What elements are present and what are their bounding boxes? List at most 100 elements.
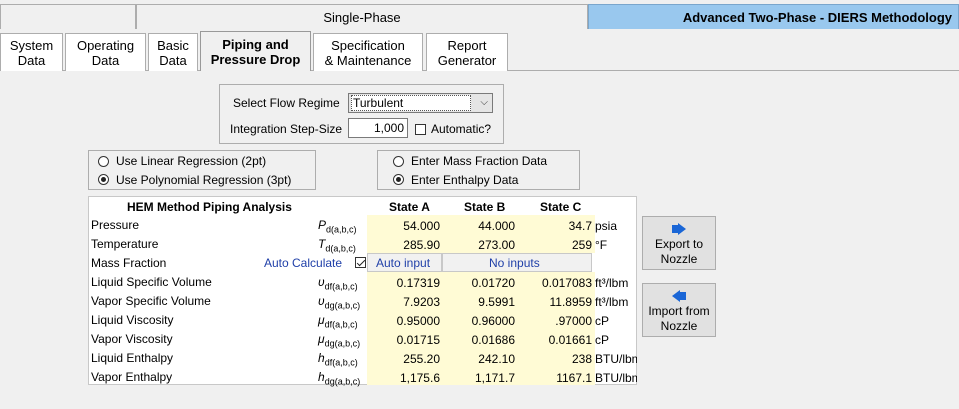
symbol-temperature: Td(a,b,c) [318, 237, 356, 253]
button-label: Export to [654, 237, 704, 251]
liq-enth-state-b[interactable]: 242.10 [442, 352, 515, 366]
symbol-vapor-viscosity: μdg(a,b,c) [318, 332, 360, 348]
tab-label: Basic [157, 37, 189, 53]
tab-label: Data [17, 52, 46, 68]
temperature-state-b[interactable]: 273.00 [442, 238, 515, 252]
phase-tab-single-phase[interactable]: Single-Phase [136, 4, 588, 29]
liq-enth-state-a[interactable]: 255.20 [367, 352, 440, 366]
vap-spec-vol-state-a[interactable]: 7.9203 [367, 295, 440, 309]
enthalpy-radio[interactable] [393, 174, 404, 185]
tab-basic-data[interactable]: Basic Data [148, 33, 198, 71]
vap-visc-state-c[interactable]: 0.01661 [517, 333, 592, 347]
chevron-down-icon: ⌵ [480, 97, 488, 108]
vap-enth-state-a[interactable]: 1,175.6 [367, 371, 440, 385]
col-header-state-c: State C [540, 200, 582, 214]
auto-calculate-checkbox[interactable] [355, 257, 366, 268]
row-label-liquid-enthalpy: Liquid Enthalpy [91, 351, 174, 365]
symbol-sub: dg(a,b,c) [324, 338, 361, 349]
pressure-state-a[interactable]: 54.000 [367, 219, 440, 233]
col-header-state-a: State A [389, 200, 430, 214]
vap-enth-state-b[interactable]: 1,171.7 [442, 371, 515, 385]
polynomial-regression-radio[interactable] [98, 174, 109, 185]
temperature-unit: °F [595, 238, 608, 252]
tab-system-data[interactable]: System Data [0, 33, 63, 71]
symbol-sub: df(a,b,c) [324, 357, 358, 368]
linear-regression-label: Use Linear Regression (2pt) [116, 154, 267, 168]
tab-label: Piping and [222, 36, 289, 52]
step-size-input[interactable]: 1,000 [348, 118, 408, 138]
tab-specification-maintenance[interactable]: Specification & Maintenance [313, 33, 423, 71]
tab-operating-data[interactable]: Operating Data [65, 33, 146, 71]
automatic-checkbox[interactable] [415, 124, 426, 135]
liq-visc-unit: cP [595, 314, 610, 328]
phase-tab-label: Advanced Two-Phase - DIERS Methodology [682, 9, 952, 25]
liq-spec-vol-state-a[interactable]: 0.17319 [367, 276, 440, 290]
tab-label: Generator [437, 52, 497, 68]
symbol-pressure: Pd(a,b,c) [318, 218, 357, 234]
liq-visc-state-b[interactable]: 0.96000 [442, 314, 515, 328]
phase-tab-label: Single-Phase [323, 9, 401, 25]
symbol-sub: d(a,b,c) [325, 243, 356, 254]
liq-visc-state-c[interactable]: .97000 [517, 314, 592, 328]
symbol-char: P [318, 218, 327, 232]
vap-visc-state-b[interactable]: 0.01686 [442, 333, 515, 347]
vap-enth-unit: BTU/lbm [595, 371, 637, 385]
symbol-liquid-enthalpy: hdf(a,b,c) [318, 351, 358, 367]
hem-analysis-table: HEM Method Piping Analysis State A State… [88, 196, 637, 386]
flow-regime-select[interactable]: Turbulent ⌵ [348, 93, 493, 113]
linear-regression-radio[interactable] [98, 156, 109, 167]
export-to-nozzle-button[interactable]: Export to Nozzle [642, 216, 716, 270]
row-label-vapor-specific-volume: Vapor Specific Volume [91, 294, 211, 308]
row-label-liquid-specific-volume: Liquid Specific Volume [91, 275, 212, 289]
symbol-char: μ [318, 332, 325, 346]
auto-input-text: Auto input [376, 256, 431, 270]
tab-label: Data [159, 52, 187, 68]
symbol-vapor-enthalpy: hdg(a,b,c) [318, 370, 360, 386]
temperature-state-c[interactable]: 259 [517, 238, 592, 252]
button-label: Nozzle [660, 319, 698, 333]
col-header-state-b: State B [464, 200, 506, 214]
button-label: Import from [648, 304, 710, 318]
temperature-state-a[interactable]: 285.90 [367, 238, 440, 252]
symbol-liquid-specific-volume: υdf(a,b,c) [318, 275, 358, 291]
polynomial-regression-label: Use Polynomial Regression (3pt) [116, 173, 292, 187]
row-label-liquid-viscosity: Liquid Viscosity [91, 313, 174, 327]
tab-report-generator[interactable]: Report Generator [426, 33, 508, 71]
flow-regime-value: Turbulent [351, 95, 471, 111]
symbol-sub: df(a,b,c) [324, 281, 358, 292]
liq-spec-vol-unit: ft³/lbm [595, 276, 629, 290]
vap-visc-state-a[interactable]: 0.01715 [367, 333, 440, 347]
symbol-char: h [318, 370, 325, 384]
flow-regime-label: Select Flow Regime [233, 96, 340, 110]
tab-label: Operating [76, 37, 135, 53]
automatic-label: Automatic? [431, 122, 492, 136]
vap-enth-state-c[interactable]: 1167.1 [517, 371, 592, 385]
liq-spec-vol-state-b[interactable]: 0.01720 [442, 276, 515, 290]
vap-spec-vol-state-c[interactable]: 11.8959 [517, 295, 593, 309]
import-from-nozzle-button[interactable]: Import from Nozzle [642, 283, 716, 337]
symbol-sub: d(a,b,c) [326, 224, 357, 235]
arrow-right-icon [672, 223, 686, 235]
vap-visc-unit: cP [595, 333, 610, 347]
tab-label: Data [91, 52, 120, 68]
tab-label: Report [447, 37, 487, 53]
symbol-char: h [318, 351, 325, 365]
mass-fraction-radio[interactable] [393, 156, 404, 167]
mass-fraction-label: Enter Mass Fraction Data [411, 154, 548, 168]
pressure-state-c[interactable]: 34.7 [517, 219, 592, 233]
liq-enth-unit: BTU/lbm [595, 352, 637, 366]
symbol-sub: dg(a,b,c) [324, 376, 361, 387]
liq-enth-state-c[interactable]: 238 [517, 352, 592, 366]
tab-piping-pressure-drop[interactable]: Piping and Pressure Drop [200, 31, 311, 71]
vap-spec-vol-state-b[interactable]: 9.5991 [442, 295, 515, 309]
tab-label: & Maintenance [324, 52, 412, 68]
phase-tab-advanced-two-phase[interactable]: Advanced Two-Phase - DIERS Methodology [588, 4, 959, 29]
pressure-state-b[interactable]: 44.000 [442, 219, 515, 233]
vap-spec-vol-unit: ft³/lbm [595, 295, 629, 309]
liq-spec-vol-state-c[interactable]: 0.017083 [517, 276, 592, 290]
row-label-pressure: Pressure [91, 218, 140, 232]
phase-tab-blank[interactable] [0, 4, 136, 29]
liq-visc-state-a[interactable]: 0.95000 [367, 314, 440, 328]
tab-label: System [9, 37, 54, 53]
symbol-vapor-specific-volume: υdg(a,b,c) [318, 294, 360, 310]
